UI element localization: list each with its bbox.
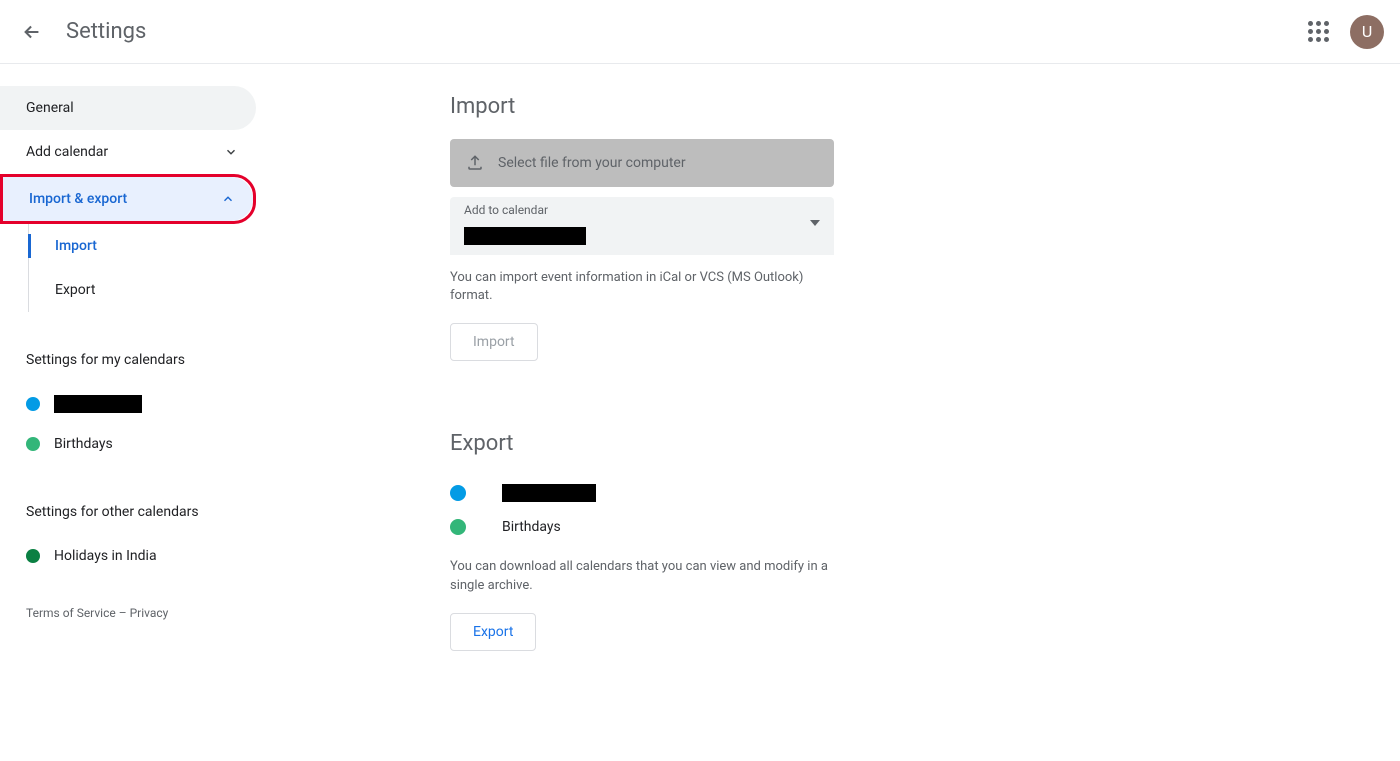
apps-grid-icon <box>1308 21 1329 42</box>
calendar-name: Birthdays <box>54 436 113 452</box>
section-my-calendars: Settings for my calendars <box>0 352 262 368</box>
calendar-name: Holidays in India <box>54 548 157 564</box>
calendar-color-dot <box>26 437 40 451</box>
calendar-color-dot <box>450 519 466 535</box>
footer-links: Terms of Service – Privacy <box>0 576 262 640</box>
highlight-box: Import & export <box>0 174 256 224</box>
nav-add-calendar[interactable]: Add calendar <box>0 130 256 174</box>
export-calendar-list: Birthdays <box>450 476 834 544</box>
google-apps-button[interactable] <box>1298 12 1338 52</box>
export-calendar-row: Birthdays <box>450 510 834 544</box>
select-label: Add to calendar <box>464 203 548 217</box>
subnav-import[interactable]: Import <box>29 224 262 268</box>
import-heading: Import <box>450 94 834 119</box>
upload-icon <box>466 154 484 172</box>
other-calendar-item[interactable]: Holidays in India <box>0 536 262 576</box>
nav-label: General <box>26 100 74 116</box>
section-other-calendars: Settings for other calendars <box>0 504 262 520</box>
dropdown-triangle-icon <box>810 220 820 226</box>
select-file-button[interactable]: Select file from your computer <box>450 139 834 187</box>
top-bar: Settings U <box>0 0 1400 64</box>
sidebar: General Add calendar Import & export Imp… <box>0 64 262 761</box>
page-title: Settings <box>66 19 146 44</box>
select-file-label: Select file from your computer <box>498 155 686 171</box>
arrow-left-icon <box>21 21 43 43</box>
calendar-name-redacted <box>54 395 142 413</box>
separator: – <box>119 606 130 620</box>
chevron-down-icon <box>224 145 238 159</box>
terms-link[interactable]: Terms of Service <box>26 606 116 620</box>
add-to-calendar-select[interactable]: Add to calendar <box>450 197 834 255</box>
my-calendar-item[interactable]: Birthdays <box>0 424 262 464</box>
calendar-color-dot <box>26 397 40 411</box>
calendar-color-dot <box>26 549 40 563</box>
nav-label: Import & export <box>29 191 127 207</box>
export-panel: Export Birthdays You can download all ca… <box>450 431 834 650</box>
export-helper-text: You can download all calendars that you … <box>450 558 834 594</box>
calendar-name: Birthdays <box>502 519 561 535</box>
export-calendar-row <box>450 476 834 510</box>
account-avatar[interactable]: U <box>1350 15 1384 49</box>
export-heading: Export <box>450 431 834 456</box>
nav-label: Add calendar <box>26 144 108 160</box>
my-calendar-item[interactable] <box>0 384 262 424</box>
import-helper-text: You can import event information in iCal… <box>450 269 834 305</box>
select-value <box>464 227 586 249</box>
chevron-up-icon <box>221 192 235 206</box>
main-content: Import Select file from your computer Ad… <box>262 64 1400 761</box>
select-value-redacted <box>464 227 586 245</box>
import-export-submenu: Import Export <box>28 224 262 312</box>
nav-general[interactable]: General <box>0 86 256 130</box>
export-button[interactable]: Export <box>450 613 536 651</box>
import-button[interactable]: Import <box>450 323 538 361</box>
back-button[interactable] <box>12 12 52 52</box>
privacy-link[interactable]: Privacy <box>130 606 169 620</box>
calendar-color-dot <box>450 485 466 501</box>
nav-import-export[interactable]: Import & export <box>3 177 253 221</box>
import-panel: Import Select file from your computer Ad… <box>450 94 834 361</box>
calendar-name-redacted <box>502 484 596 502</box>
subnav-export[interactable]: Export <box>29 268 262 312</box>
